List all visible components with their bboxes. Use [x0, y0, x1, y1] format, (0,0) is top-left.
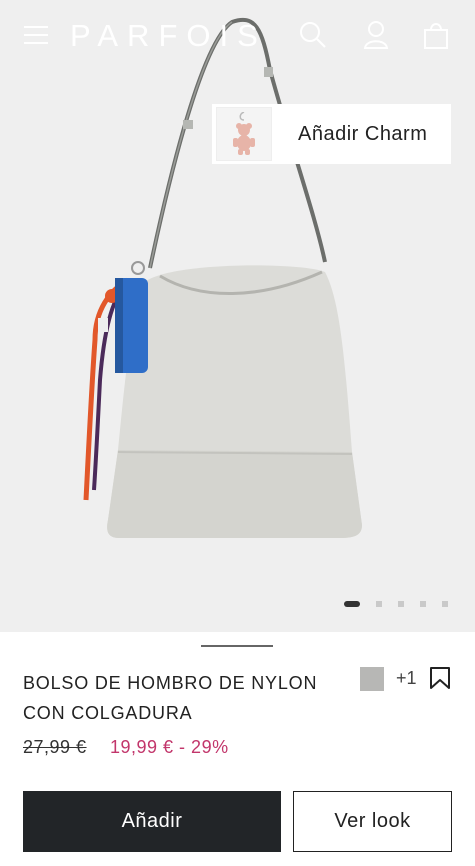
view-look-button[interactable]: Ver look — [293, 791, 452, 852]
product-name: BOLSO DE HOMBRO DE NYLON CON COLGADURA — [23, 673, 318, 723]
add-to-cart-button[interactable]: Añadir — [23, 791, 281, 852]
brand-logo[interactable]: PARFOIS — [70, 18, 267, 54]
sale-price: 19,99 € - 29% — [110, 737, 229, 757]
add-charm-label: Añadir Charm — [298, 122, 428, 145]
more-colors-count[interactable]: +1 — [396, 668, 417, 689]
bookmark-icon[interactable] — [429, 666, 451, 690]
carousel-dot[interactable] — [398, 601, 404, 607]
carousel-pagination — [344, 601, 448, 607]
product-image-gallery[interactable]: PARFOIS Añadir Charm — [0, 0, 475, 632]
carousel-dot-active[interactable] — [344, 601, 360, 607]
shopping-bag-icon[interactable] — [422, 20, 450, 50]
original-price: 27,99 € — [23, 737, 87, 757]
user-icon[interactable] — [362, 20, 390, 50]
carousel-dot[interactable] — [442, 601, 448, 607]
teddy-bear-charm-icon — [216, 107, 272, 161]
carousel-dot[interactable] — [376, 601, 382, 607]
top-navigation-bar: PARFOIS — [0, 0, 475, 72]
menu-icon[interactable] — [24, 24, 50, 46]
search-icon[interactable] — [298, 20, 328, 50]
product-image — [83, 17, 363, 538]
color-swatch[interactable] — [360, 667, 384, 691]
add-charm-button[interactable]: Añadir Charm — [212, 104, 451, 164]
carousel-dot[interactable] — [420, 601, 426, 607]
sheet-drag-handle[interactable] — [201, 645, 273, 647]
